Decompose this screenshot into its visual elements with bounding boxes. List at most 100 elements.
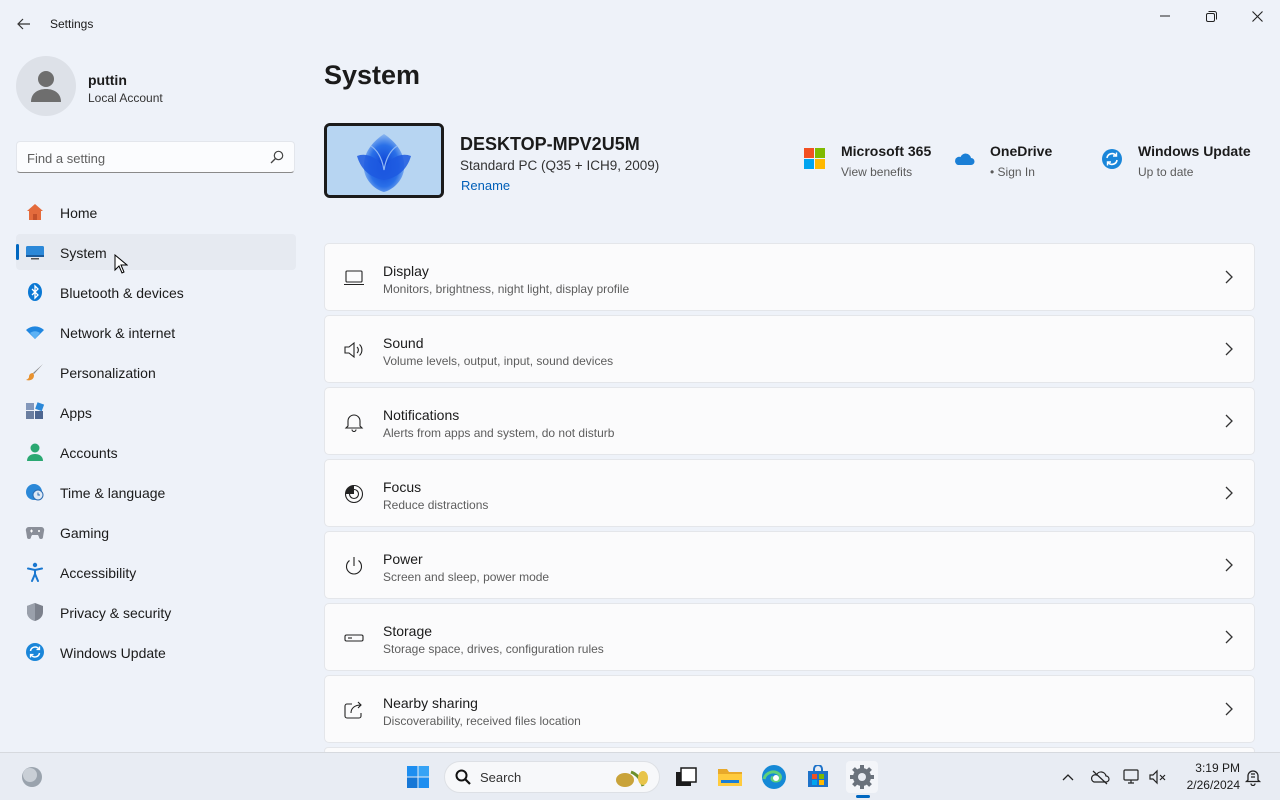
taskbar: Search 3:19 PM 2/26/2024	[0, 752, 1280, 800]
bluetooth-icon	[25, 282, 45, 302]
back-button[interactable]	[10, 12, 38, 36]
sidebar-item-label: Privacy & security	[60, 605, 172, 621]
setting-card-notifications[interactable]: Notifications Alerts from apps and syste…	[324, 387, 1255, 455]
sidebar-item-system[interactable]: System	[16, 234, 296, 270]
brush-icon	[25, 362, 45, 382]
update-icon	[25, 642, 45, 662]
bell-icon	[343, 412, 365, 432]
setting-card-nearby-sharing[interactable]: Nearby sharing Discoverability, received…	[324, 675, 1255, 743]
clock-time: 3:19 PM	[1195, 761, 1240, 775]
taskbar-clock[interactable]: 3:19 PM 2/26/2024	[1178, 760, 1240, 794]
taskbar-search-label: Search	[480, 770, 522, 785]
user-name: puttin	[88, 72, 127, 88]
show-hidden-icons-button[interactable]	[1058, 767, 1078, 787]
search-icon[interactable]	[270, 150, 284, 164]
task-view-button[interactable]	[670, 761, 702, 793]
chevron-right-icon	[1225, 414, 1233, 428]
sidebar-item-home[interactable]: Home	[16, 194, 296, 230]
setting-card-sound[interactable]: Sound Volume levels, output, input, soun…	[324, 315, 1255, 383]
speaker-muted-icon	[1149, 769, 1166, 785]
card-subtitle: Monitors, brightness, night light, displ…	[383, 282, 630, 296]
network-icon	[1123, 769, 1139, 784]
start-button[interactable]	[402, 761, 434, 793]
quick-link-microsoft-365[interactable]: Microsoft 365 View benefits	[804, 140, 944, 184]
rename-link[interactable]: Rename	[461, 178, 510, 193]
quick-link-windows-update[interactable]: Windows Update Up to date	[1101, 140, 1251, 184]
app-title: Settings	[50, 17, 94, 31]
focus-icon	[343, 484, 365, 504]
chevron-right-icon	[1225, 558, 1233, 572]
avatar[interactable]	[16, 56, 76, 116]
mouse-cursor-icon	[114, 254, 128, 274]
card-subtitle: Reduce distractions	[383, 498, 489, 512]
sidebar-item-privacy-security[interactable]: Privacy & security	[16, 594, 296, 630]
notification-bell-icon	[1244, 770, 1262, 786]
selection-indicator	[16, 244, 19, 260]
widgets-icon	[22, 767, 42, 787]
sidebar-item-label: Personalization	[60, 365, 156, 381]
minimize-button[interactable]	[1142, 0, 1188, 32]
sidebar-item-label: Accounts	[60, 445, 118, 461]
chevron-up-icon	[1062, 774, 1074, 781]
sidebar-item-personalization[interactable]: Personalization	[16, 354, 296, 390]
device-description: Standard PC (Q35 + ICH9, 2009)	[460, 158, 660, 173]
sidebar-item-windows-update[interactable]: Windows Update	[16, 634, 296, 670]
card-title: Storage	[383, 623, 433, 639]
card-title: Display	[383, 263, 429, 279]
search-input[interactable]	[27, 148, 257, 168]
sidebar-item-gaming[interactable]: Gaming	[16, 514, 296, 550]
chevron-right-icon	[1225, 702, 1233, 716]
setting-card-power[interactable]: Power Screen and sleep, power mode	[324, 531, 1255, 599]
chevron-right-icon	[1225, 486, 1233, 500]
widgets-button[interactable]	[16, 761, 48, 793]
sidebar-item-network[interactable]: Network & internet	[16, 314, 296, 350]
system-icon	[25, 242, 45, 262]
edge-browser-button[interactable]	[758, 761, 790, 793]
quick-link-onedrive[interactable]: OneDrive • Sign In	[953, 140, 1073, 184]
sidebar-item-time-language[interactable]: Time & language	[16, 474, 296, 510]
card-title: Sound	[383, 335, 424, 351]
setting-card-storage[interactable]: Storage Storage space, drives, configura…	[324, 603, 1255, 671]
setting-card-focus[interactable]: Focus Reduce distractions	[324, 459, 1255, 527]
card-title: Notifications	[383, 407, 460, 423]
quick-link-title: Microsoft 365	[841, 143, 932, 159]
file-explorer-button[interactable]	[714, 761, 746, 793]
quick-link-subtitle: • Sign In	[990, 165, 1035, 179]
storage-icon	[343, 628, 365, 648]
microsoft-store-button[interactable]	[802, 761, 834, 793]
globe-clock-icon	[25, 482, 45, 502]
onedrive-tray-button[interactable]	[1090, 767, 1110, 787]
volume-tray-button[interactable]	[1148, 767, 1168, 787]
gamepad-icon	[25, 522, 45, 542]
title-bar: Settings	[0, 0, 1280, 48]
setting-card-display[interactable]: Display Monitors, brightness, night ligh…	[324, 243, 1255, 311]
card-subtitle: Screen and sleep, power mode	[383, 570, 550, 584]
notification-center-button[interactable]	[1243, 767, 1263, 787]
restore-icon	[1205, 10, 1217, 22]
onedrive-offline-icon	[1090, 770, 1110, 785]
restore-button[interactable]	[1188, 0, 1234, 32]
share-icon	[343, 700, 365, 720]
card-subtitle: Alerts from apps and system, do not dist…	[383, 426, 615, 440]
network-tray-button[interactable]	[1122, 767, 1142, 787]
settings-app-button[interactable]	[846, 761, 878, 793]
display-icon	[343, 268, 365, 288]
chevron-right-icon	[1225, 342, 1233, 356]
card-title: Nearby sharing	[383, 695, 478, 711]
card-title: Power	[383, 551, 423, 567]
sidebar-item-accounts[interactable]: Accounts	[16, 434, 296, 470]
taskbar-search-box[interactable]: Search	[444, 761, 660, 793]
card-subtitle: Storage space, drives, configuration rul…	[383, 642, 604, 656]
close-button[interactable]	[1234, 0, 1280, 32]
back-arrow-icon	[17, 18, 30, 30]
chevron-right-icon	[1225, 270, 1233, 284]
sidebar-item-label: Network & internet	[60, 325, 176, 341]
gear-icon	[850, 765, 874, 789]
accessibility-icon	[25, 562, 45, 582]
sidebar-item-accessibility[interactable]: Accessibility	[16, 554, 296, 590]
account-type: Local Account	[88, 91, 163, 105]
sidebar-item-bluetooth[interactable]: Bluetooth & devices	[16, 274, 296, 310]
sidebar-item-apps[interactable]: Apps	[16, 394, 296, 430]
settings-search-box[interactable]	[16, 141, 295, 173]
task-view-icon	[676, 767, 697, 786]
